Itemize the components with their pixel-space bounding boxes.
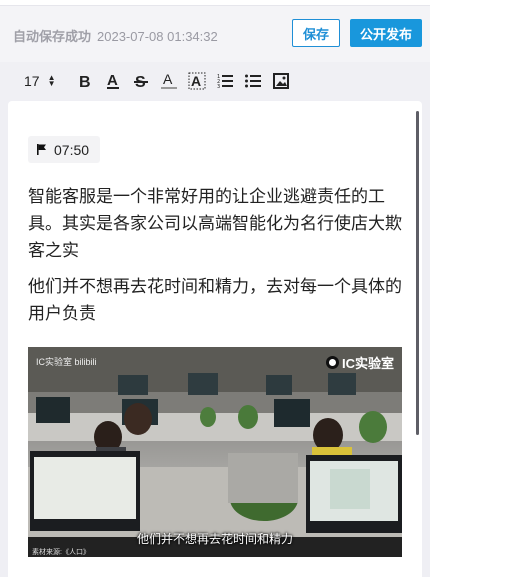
image-icon [273,73,289,89]
publish-button[interactable]: 公开发布 [350,19,422,47]
bullet-list-button[interactable] [244,70,262,92]
svg-text:A: A [107,72,118,89]
video-screenshot: IC实验室 bilibili IC实验室 他们并不想再去花时间和精力 素材来源:… [28,347,402,557]
font-color-icon: A [161,72,177,89]
bold-icon: B [79,74,91,89]
underline-button[interactable]: A [104,70,122,92]
strikethrough-button[interactable]: S [132,70,150,92]
highlight-icon: A [188,72,206,90]
font-size-stepper-icon[interactable]: ▲ ▼ [48,74,56,88]
bold-button[interactable]: B [76,70,94,92]
right-gutter [430,0,514,577]
format-toolbar: 17 ▲ ▼ B A S A A 123 [0,62,430,100]
svg-text:B: B [79,74,91,89]
autosave-time: 2023-07-08 01:34:32 [97,29,218,44]
note-editor-app: 自动保存成功 2023-07-08 01:34:32 保存 公开发布 17 ▲ ▼ … [0,0,430,577]
panda-logo-icon [325,356,339,369]
ordered-list-button[interactable]: 123 [216,70,234,92]
strikethrough-icon: S [134,74,148,90]
video-subtitle: 他们并不想再去花时间和精力 [136,532,293,546]
svg-text:A: A [163,72,173,87]
video-watermark-left: IC实验室 bilibili [36,357,97,367]
autosave-status: 自动保存成功 2023-07-08 01:34:32 [13,26,218,45]
flag-icon [37,144,46,155]
font-size-value: 17 [24,73,40,89]
ordered-list-icon: 123 [217,74,233,89]
highlight-button[interactable]: A [187,70,207,92]
timestamp-text: 07:50 [54,141,90,158]
svg-text:A: A [191,73,201,89]
save-button[interactable]: 保存 [292,19,340,47]
office-scene-image [28,347,402,557]
video-watermark-right: IC实验室 [325,353,394,372]
video-credit: 素材来源:《人口》 [32,549,90,556]
font-size-select[interactable]: 17 ▲ ▼ [24,70,64,92]
video-timestamp-chip[interactable]: 07:50 [28,136,100,163]
insert-image-button[interactable] [272,70,290,92]
underline-icon: A [107,72,119,89]
video-watermark-right-text: IC实验室 [341,356,394,371]
font-color-button[interactable]: A [160,70,178,92]
bullet-list-icon [245,74,261,88]
editor-scrollbar-thumb[interactable] [416,111,419,435]
paragraph: 智能客服是一个非常好用的让企业逃避责任的工具。其实是各家公司以高端智能化为名行使… [28,187,402,260]
status-bar: 自动保存成功 2023-07-08 01:34:32 保存 公开发布 [0,6,430,62]
svg-text:3: 3 [217,84,220,89]
autosave-label: 自动保存成功 [13,29,92,44]
paragraph: 他们并不想再去花时间和精力，去对每一个具体的用户负责 [28,277,402,323]
